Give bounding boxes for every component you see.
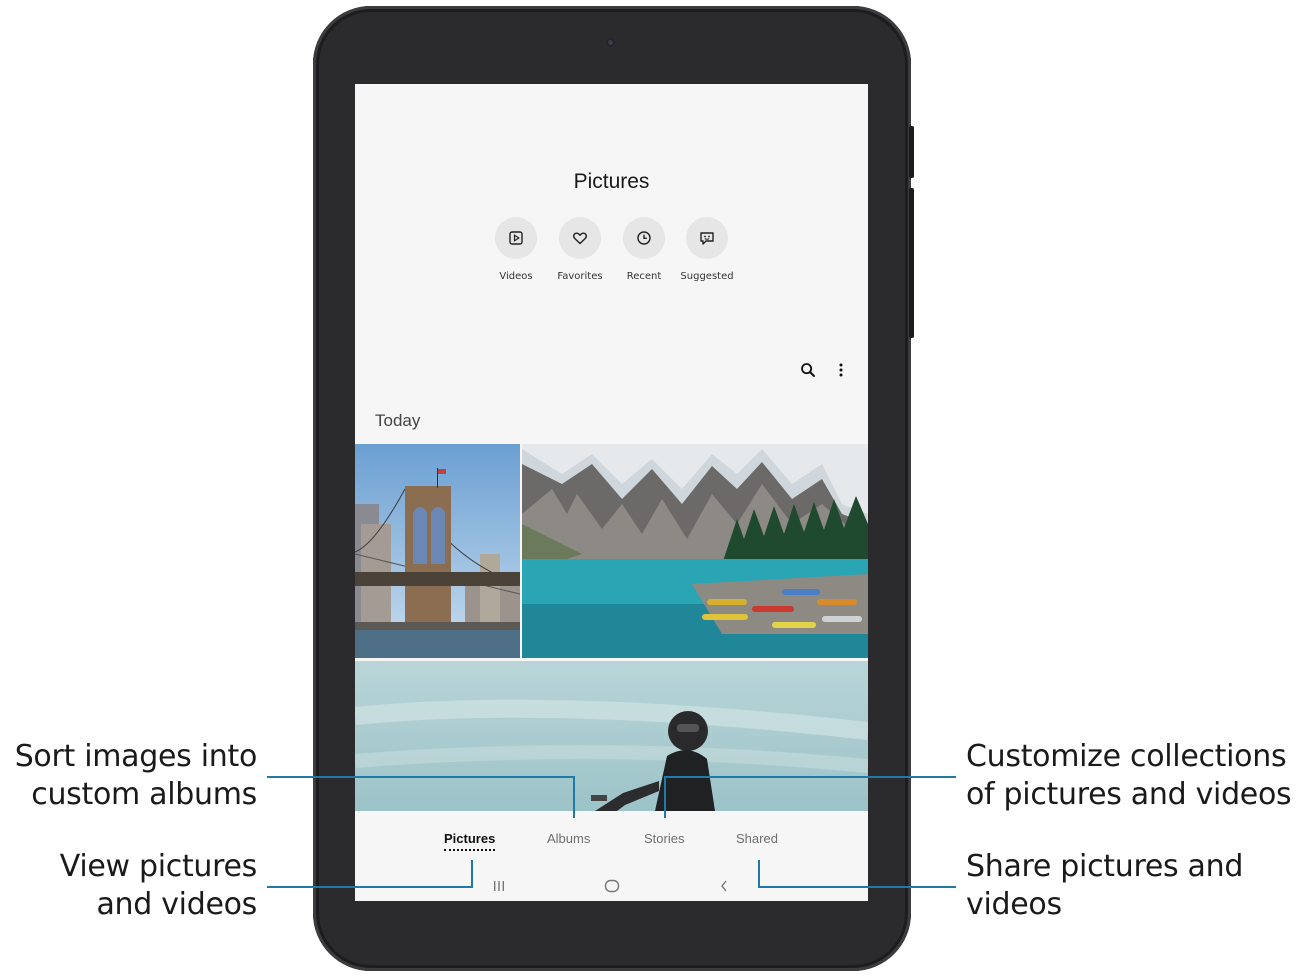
app-title: Pictures — [573, 170, 650, 193]
home-icon[interactable] — [597, 877, 627, 895]
play-square-icon — [495, 217, 537, 259]
tab-pictures[interactable]: Pictures — [444, 831, 496, 851]
callout-text: Share pictures and — [966, 849, 1244, 884]
quick-filter-label: Suggested — [680, 271, 734, 282]
back-icon[interactable] — [709, 877, 739, 895]
callout-text: Sort images into — [14, 739, 258, 774]
callout-text: Customize collections — [966, 739, 1287, 774]
callout-line-pictures — [267, 886, 473, 888]
callout-text: and videos — [96, 887, 257, 922]
photo-thumbnail-motorcyclist[interactable] — [355, 661, 868, 811]
callout-line-stories — [664, 776, 666, 818]
callout-stories: Customize collections of pictures and vi… — [966, 738, 1311, 814]
callout-text: of pictures and videos — [966, 777, 1292, 812]
quick-filter-suggested[interactable]: Suggested — [667, 217, 747, 282]
more-vertical-icon[interactable] — [831, 358, 851, 382]
front-camera — [606, 38, 615, 47]
tab-shared[interactable]: Shared — [736, 831, 778, 846]
suggestion-bubble-icon — [686, 217, 728, 259]
gallery-screen: Pictures Videos Favorites Recent Suggest… — [355, 84, 868, 901]
photo-thumbnail-mountain-lake[interactable] — [522, 444, 868, 658]
tab-albums[interactable]: Albums — [547, 831, 590, 846]
callout-line-albums — [267, 776, 575, 778]
heart-icon — [559, 217, 601, 259]
callout-text: videos — [966, 887, 1062, 922]
recents-icon[interactable] — [484, 877, 514, 895]
callout-line-stories — [664, 776, 956, 778]
callout-line-shared — [758, 886, 956, 888]
power-button — [909, 126, 914, 178]
callout-text: custom albums — [31, 777, 257, 812]
section-date-label: Today — [375, 411, 421, 430]
callout-albums: Sort images into custom albums — [0, 738, 258, 814]
clock-icon — [623, 217, 665, 259]
callout-line-pictures — [471, 860, 473, 888]
callout-text: View pictures — [59, 849, 258, 884]
volume-button — [909, 188, 914, 338]
callout-shared: Share pictures and videos — [966, 848, 1311, 924]
callout-line-shared — [758, 860, 760, 888]
callout-pictures: View pictures and videos — [0, 848, 258, 924]
callout-line-albums — [573, 776, 575, 818]
tab-stories[interactable]: Stories — [644, 831, 684, 846]
search-icon[interactable] — [796, 358, 820, 382]
photo-thumbnail-bridge[interactable] — [355, 444, 520, 658]
